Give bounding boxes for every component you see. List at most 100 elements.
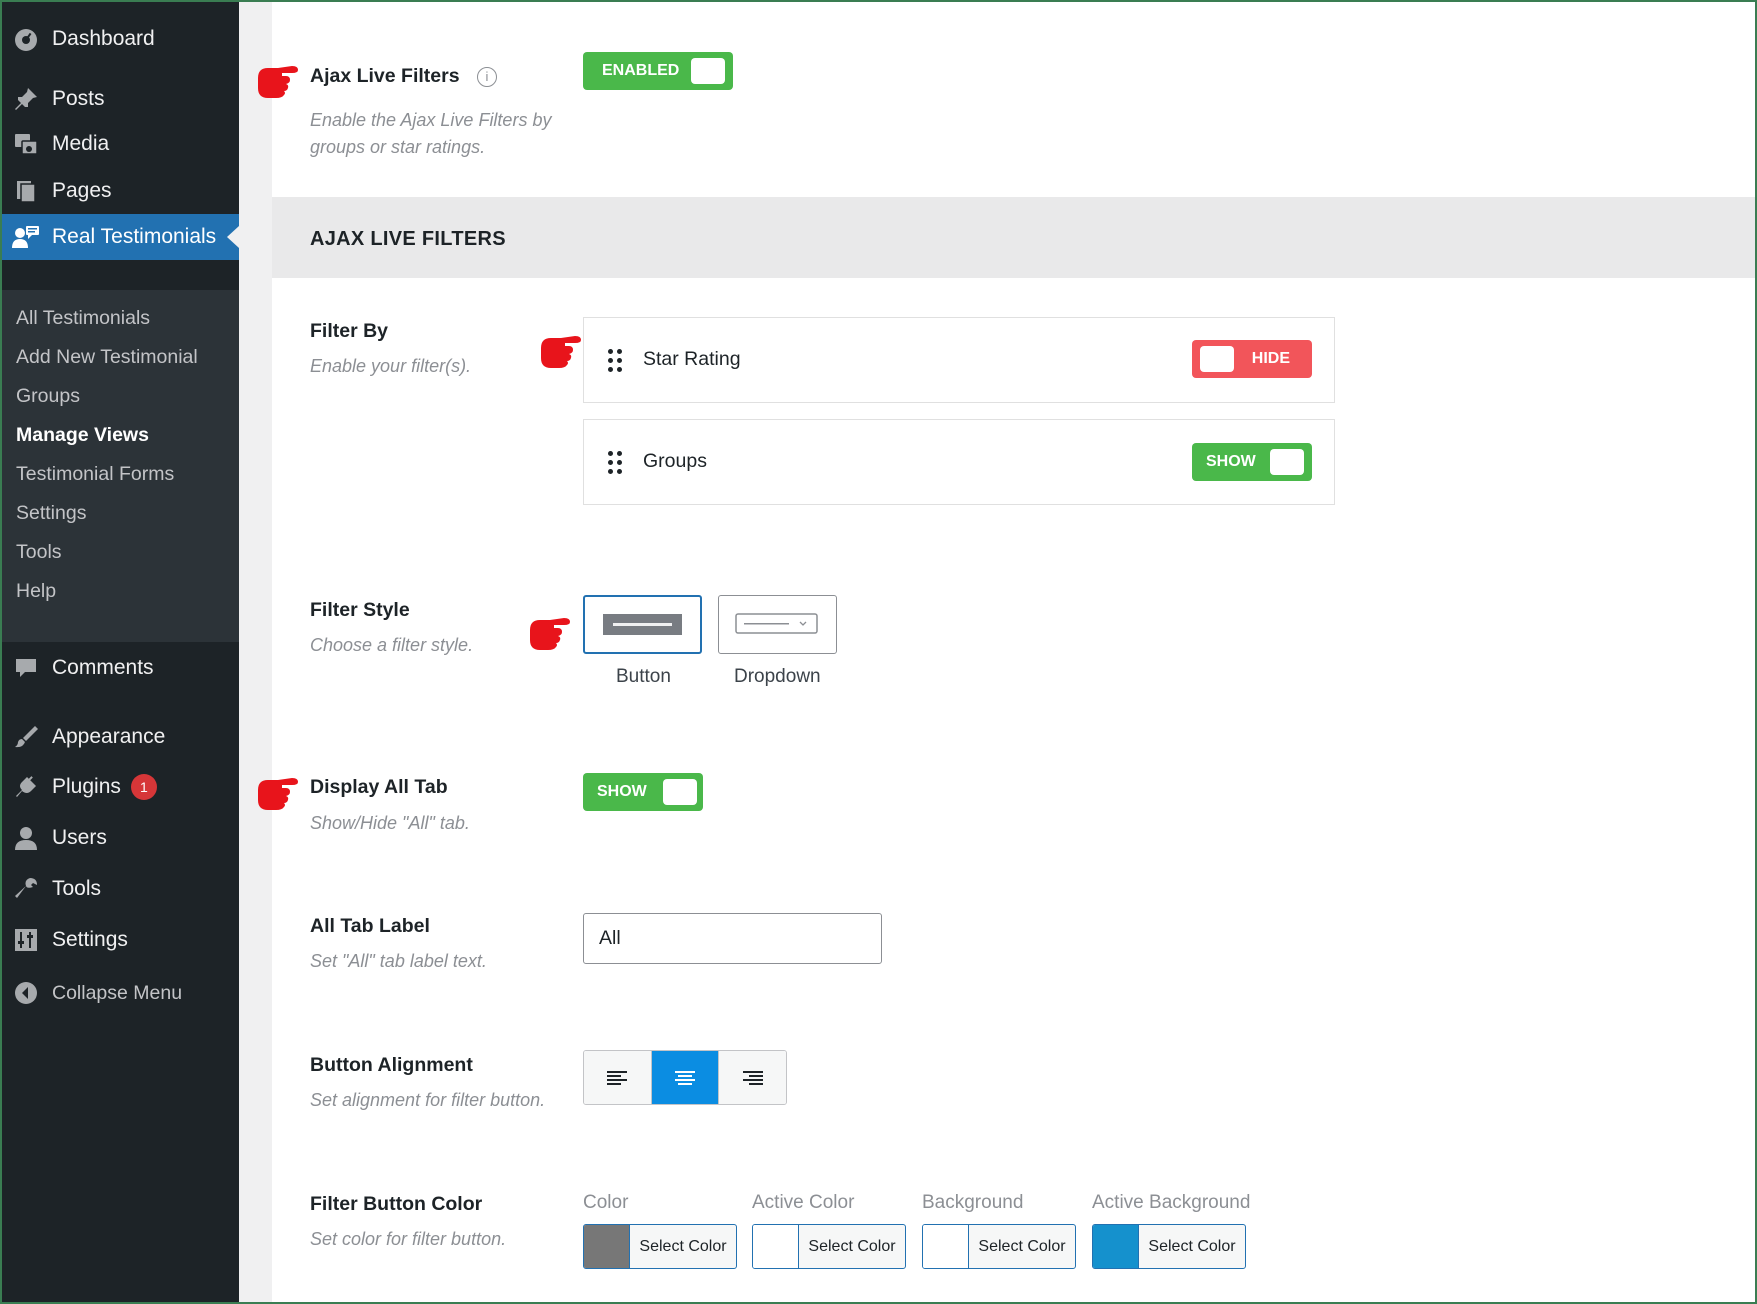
filter-style-label: Filter Style — [310, 599, 410, 621]
menu-label: Users — [52, 826, 107, 849]
menu-label: Collapse Menu — [52, 981, 183, 1004]
toggle-label: SHOW — [1206, 453, 1256, 470]
button-alignment-description: Set alignment for filter button. — [310, 1090, 546, 1110]
ajax-filters-description: Enable the Ajax Live Filters by groups o… — [310, 110, 552, 157]
menu-label: Plugins — [52, 775, 121, 798]
filter-item-name: Groups — [643, 450, 707, 472]
menu-dashboard[interactable]: Dashboard — [0, 16, 239, 62]
menu-real-testimonials[interactable]: Real Testimonials — [0, 214, 239, 260]
dropdown-style-icon — [735, 613, 818, 634]
menu-tools[interactable]: Tools — [0, 866, 239, 912]
select-color-button[interactable]: Select Color — [630, 1225, 736, 1268]
menu-comments[interactable]: Comments — [0, 645, 239, 691]
submenu-groups[interactable]: Groups — [16, 385, 80, 408]
admin-sidebar: Dashboard Posts Media Pages Real Testimo… — [0, 0, 239, 1304]
menu-label: Posts — [52, 87, 105, 110]
submenu-settings[interactable]: Settings — [16, 502, 86, 525]
alignment-button-group — [583, 1050, 787, 1105]
display-all-tab-label: Display All Tab — [310, 776, 448, 798]
all-tab-label-input[interactable] — [583, 913, 882, 964]
update-count-badge: 1 — [130, 774, 157, 800]
pages-icon — [12, 177, 40, 205]
submenu-tools[interactable]: Tools — [16, 541, 62, 564]
filter-by-description: Enable your filter(s). — [310, 356, 472, 376]
pointing-hand-icon — [258, 66, 298, 98]
drag-handle-icon[interactable] — [608, 451, 624, 475]
style-option-dropdown[interactable] — [718, 595, 837, 654]
color-picker-label: Color — [583, 1192, 629, 1213]
user-icon — [12, 824, 40, 852]
color-picker-background[interactable]: Select Color — [922, 1224, 1076, 1269]
wrench-icon — [12, 875, 40, 903]
toggle-label: SHOW — [597, 783, 647, 800]
submenu-help[interactable]: Help — [16, 580, 56, 603]
menu-media[interactable]: Media — [0, 121, 239, 167]
collapse-menu-button[interactable]: Collapse Menu — [0, 970, 239, 1016]
style-option-button[interactable] — [583, 595, 702, 654]
menu-label: Settings — [52, 928, 128, 951]
menu-label: Pages — [52, 179, 112, 202]
menu-posts[interactable]: Posts — [0, 76, 239, 122]
drag-handle-icon[interactable] — [608, 349, 624, 373]
align-left-button[interactable] — [584, 1051, 651, 1104]
filter-item-groups: Groups SHOW — [583, 419, 1335, 505]
align-center-button[interactable] — [650, 1051, 719, 1104]
menu-plugins[interactable]: Plugins 1 — [0, 764, 239, 810]
menu-pages[interactable]: Pages — [0, 168, 239, 214]
section-header: AJAX LIVE FILTERS — [272, 197, 1757, 278]
color-swatch — [1093, 1225, 1139, 1268]
ajax-filters-toggle[interactable]: ENABLED — [583, 52, 733, 90]
toggle-knob — [1200, 346, 1234, 372]
submenu-testimonial-forms[interactable]: Testimonial Forms — [16, 463, 174, 486]
pin-icon — [12, 85, 40, 113]
align-left-icon — [607, 1070, 628, 1085]
toggle-knob — [663, 779, 697, 805]
display-all-tab-description: Show/Hide "All" tab. — [310, 813, 470, 833]
info-icon[interactable]: i — [477, 66, 497, 87]
star-rating-toggle[interactable]: HIDE — [1192, 340, 1312, 378]
align-right-button[interactable] — [718, 1051, 786, 1104]
submenu-manage-views[interactable]: Manage Views — [16, 424, 149, 447]
testimonials-icon — [12, 223, 40, 251]
align-right-icon — [742, 1070, 763, 1085]
pointing-hand-icon — [530, 618, 570, 650]
menu-label: Comments — [52, 656, 154, 679]
toggle-knob — [1270, 449, 1304, 475]
brush-icon — [12, 723, 40, 751]
all-tab-label-label: All Tab Label — [310, 915, 430, 937]
groups-toggle[interactable]: SHOW — [1192, 443, 1312, 481]
color-picker-label: Background — [922, 1192, 1024, 1213]
section-title: AJAX LIVE FILTERS — [310, 228, 506, 250]
media-icon — [12, 130, 40, 158]
toggle-label: HIDE — [1251, 350, 1290, 367]
button-alignment-label: Button Alignment — [310, 1054, 473, 1076]
color-picker-active-color[interactable]: Select Color — [752, 1224, 906, 1269]
filter-item-star-rating: Star Rating HIDE — [583, 317, 1335, 403]
content-area: Ajax Live Filters i Enable the Ajax Live… — [239, 0, 1757, 1304]
menu-settings[interactable]: Settings — [0, 917, 239, 963]
color-picker-color[interactable]: Select Color — [583, 1224, 737, 1269]
settings-icon — [12, 926, 40, 954]
filter-button-color-label: Filter Button Color — [310, 1193, 483, 1215]
color-picker-active-background[interactable]: Select Color — [1092, 1224, 1246, 1269]
display-all-tab-toggle[interactable]: SHOW — [583, 773, 703, 811]
pointing-hand-icon — [258, 778, 298, 810]
select-color-button[interactable]: Select Color — [1139, 1225, 1245, 1268]
collapse-icon — [12, 979, 40, 1007]
menu-users[interactable]: Users — [0, 815, 239, 861]
submenu-add-new[interactable]: Add New Testimonial — [16, 346, 198, 369]
toggle-label: ENABLED — [602, 62, 680, 79]
align-center-icon — [675, 1070, 695, 1085]
select-color-button[interactable]: Select Color — [799, 1225, 905, 1268]
menu-label: Dashboard — [52, 27, 155, 50]
menu-appearance[interactable]: Appearance — [0, 714, 239, 760]
filter-by-label: Filter By — [310, 320, 389, 342]
ajax-filters-label: Ajax Live Filters i — [310, 65, 497, 88]
color-picker-label: Active Color — [752, 1192, 855, 1213]
dashboard-icon — [12, 25, 40, 53]
menu-label: Media — [52, 132, 110, 155]
submenu-all-testimonials[interactable]: All Testimonials — [16, 307, 150, 330]
select-color-button[interactable]: Select Color — [969, 1225, 1075, 1268]
color-swatch — [584, 1225, 630, 1268]
menu-label: Real Testimonials — [52, 225, 217, 248]
